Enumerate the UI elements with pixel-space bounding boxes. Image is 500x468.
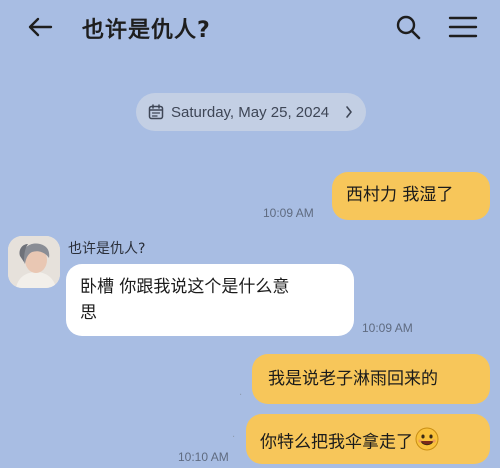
read-indicator: · <box>239 390 243 401</box>
outgoing-message-bubble[interactable]: 你特么把我伞拿走了 <box>246 414 490 464</box>
search-button[interactable] <box>392 11 424 43</box>
avatar[interactable] <box>8 236 60 288</box>
message-timestamp: 10:10 AM <box>178 450 229 464</box>
calendar-icon <box>148 104 164 120</box>
date-label: Saturday, May 25, 2024 <box>171 103 330 121</box>
search-icon <box>396 15 421 40</box>
message-timestamp: 10:09 AM <box>362 321 413 335</box>
outgoing-message-bubble[interactable]: 西村力 我湿了 <box>332 172 490 220</box>
message-text: 我是说老子淋雨回来的 <box>268 369 438 389</box>
message-text: 你特么把我伞拿走了 <box>260 432 413 453</box>
back-button[interactable] <box>22 12 58 42</box>
sender-name: 也许是仇人? <box>68 241 146 257</box>
message-text-line: 卧槽 你跟我说这个是什么意 <box>80 277 290 297</box>
message-text-line: 思 <box>80 303 97 323</box>
avatar-image <box>8 236 60 288</box>
smiling-face-icon <box>415 427 439 458</box>
menu-button[interactable] <box>446 12 480 42</box>
incoming-message-bubble[interactable]: 卧槽 你跟我说这个是什么意 思 <box>66 264 354 336</box>
message-text: 西村力 我湿了 <box>346 185 454 205</box>
date-separator[interactable]: Saturday, May 25, 2024 <box>136 93 366 131</box>
message-timestamp: 10:09 AM <box>263 206 314 220</box>
hamburger-menu-icon <box>448 16 478 38</box>
read-indicator: · <box>232 432 236 443</box>
chat-title: 也许是仇人? <box>82 18 211 43</box>
chat-header: 也许是仇人? <box>0 0 500 56</box>
arrow-left-icon <box>28 17 53 37</box>
outgoing-message-bubble[interactable]: 我是说老子淋雨回来的 <box>252 354 490 404</box>
chevron-right-icon <box>344 104 354 120</box>
